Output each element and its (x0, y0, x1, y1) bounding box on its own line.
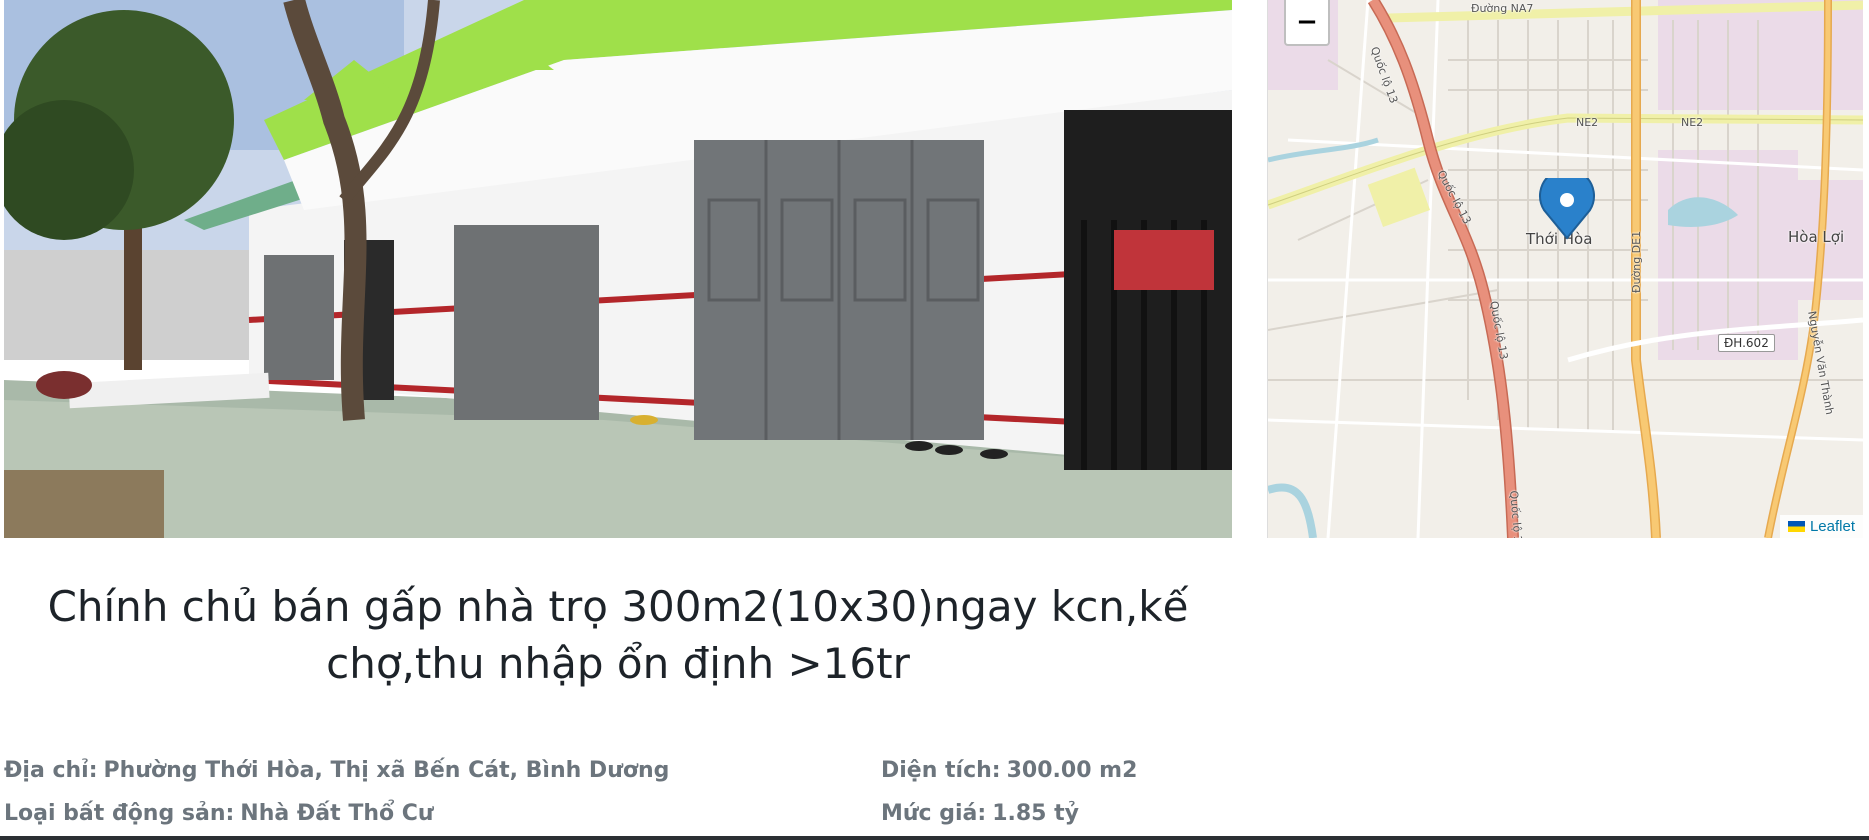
property-type-value: Nhà Đất Thổ Cư (240, 801, 434, 826)
ukraine-flag-icon (1787, 521, 1805, 532)
area-value: 300.00 m2 (1006, 758, 1138, 783)
address-detail: Địa chỉ: Phường Thới Hòa, Thị xã Bến Cát,… (4, 758, 669, 783)
listing-photo[interactable] (4, 0, 1232, 538)
road-label-de1: Đường DE1 (1630, 230, 1643, 293)
place-label-hoa-loi: Hòa Lợi (1788, 228, 1845, 246)
property-type-label: Loại bất động sản: (4, 801, 235, 826)
location-marker-icon[interactable] (1536, 178, 1598, 240)
road-label-ne2: NE2 (1576, 116, 1599, 129)
listing-details: Địa chỉ: Phường Thới Hòa, Thị xã Bến Cát,… (4, 758, 1864, 840)
listing-title: Chính chủ bán gấp nhà trọ 300m2(10x30)ng… (47, 582, 1189, 688)
location-map[interactable]: − Đường NA7 NE2 NE2 Quốc lộ 13 Quốc lộ 1… (1267, 0, 1863, 538)
map-attribution[interactable]: Leaflet (1779, 515, 1863, 538)
price-value: 1.85 tỷ (992, 801, 1079, 826)
area-label: Diện tích: (881, 758, 1001, 783)
price-label: Mức giá: (881, 801, 987, 826)
price-detail: Mức giá: 1.85 tỷ (881, 801, 1079, 826)
property-type-detail: Loại bất động sản: Nhà Đất Thổ Cư (4, 801, 434, 826)
road-label-ne2-2: NE2 (1681, 116, 1704, 129)
house-photo-image (4, 0, 1232, 538)
map-tiles[interactable] (1268, 0, 1863, 538)
road-badge-dh602: ĐH.602 (1718, 334, 1775, 352)
road-label-na7: Đường NA7 (1471, 2, 1534, 15)
zoom-out-button[interactable]: − (1284, 0, 1330, 46)
area-detail: Diện tích: 300.00 m2 (881, 758, 1137, 783)
leaflet-link[interactable]: Leaflet (1810, 518, 1855, 535)
address-value: Phường Thới Hòa, Thị xã Bến Cát, Bình Dư… (103, 758, 670, 783)
address-label: Địa chỉ: (4, 758, 98, 783)
bottom-bar (0, 836, 1869, 840)
